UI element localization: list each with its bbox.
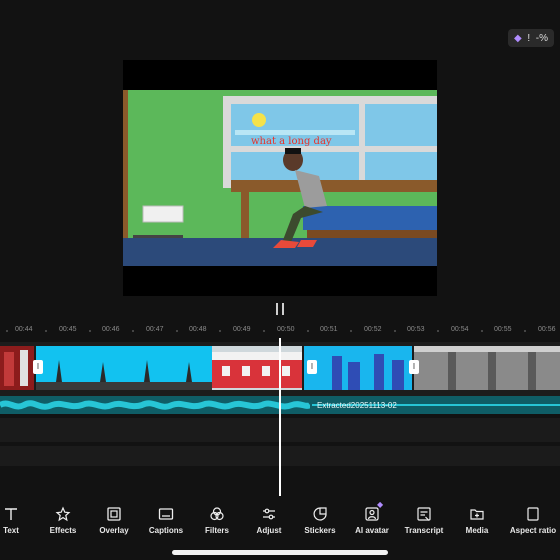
tool-label: Transcript xyxy=(404,526,444,535)
video-clip[interactable] xyxy=(36,346,212,390)
ruler-dot xyxy=(45,330,47,332)
clip-thumbnail xyxy=(212,346,302,390)
ruler-dot xyxy=(89,330,91,332)
clip-thumbnail xyxy=(36,346,212,390)
tool-ai-avatar-button[interactable]: ◆ AI avatar xyxy=(344,500,400,535)
ruler-dot xyxy=(307,330,309,332)
video-preview[interactable]: what a long day xyxy=(123,60,437,296)
ruler-time: 00:50 xyxy=(277,326,295,333)
pause-button[interactable] xyxy=(274,303,286,315)
tool-text-button[interactable]: Text xyxy=(0,500,39,535)
tool-label: Filters xyxy=(204,526,229,535)
ruler-dot xyxy=(394,330,396,332)
tool-label: Overlay xyxy=(99,526,129,535)
tool-label: Adjust xyxy=(256,526,282,535)
adjust-icon xyxy=(263,508,275,520)
playhead[interactable] xyxy=(279,338,281,496)
ruler-time: 00:52 xyxy=(364,326,382,333)
overlay-icon xyxy=(107,507,121,521)
stickers-icon xyxy=(313,507,327,521)
timeline-ruler[interactable]: 00:44 00:45 00:46 00:47 00:48 00:49 00:5… xyxy=(0,322,560,338)
clip-thumbnail xyxy=(414,346,560,390)
video-clip[interactable] xyxy=(212,346,302,390)
tool-label: AI avatar xyxy=(355,526,389,535)
video-clip[interactable] xyxy=(0,346,34,390)
clip-thumbnail xyxy=(304,346,412,390)
video-clip[interactable] xyxy=(304,346,412,390)
tool-label: Aspect ratio xyxy=(509,526,557,535)
home-indicator[interactable] xyxy=(172,550,388,555)
ruler-time: 00:47 xyxy=(146,326,164,333)
tool-label: Stickers xyxy=(304,526,336,535)
badge-right-text: -% xyxy=(535,32,548,44)
ruler-dot xyxy=(176,330,178,332)
pro-badge[interactable]: ◆ ! -% xyxy=(508,29,554,47)
transcript-icon xyxy=(417,507,431,521)
clip-thumbnail xyxy=(0,346,34,390)
tool-label: Effects xyxy=(49,526,77,535)
audio-waveform xyxy=(0,400,312,410)
bottom-toolbar: Text Effects Overlay Captions Filters Ad… xyxy=(0,500,560,540)
tool-label: Captions xyxy=(148,526,184,535)
clip-transition-handle[interactable]: I xyxy=(307,360,317,374)
tool-aspect-ratio-button[interactable]: Aspect ratio xyxy=(505,500,560,535)
gem-icon: ◆ xyxy=(514,32,522,44)
premium-gem-icon: ◆ xyxy=(377,500,384,509)
pause-bar-right xyxy=(282,303,284,315)
ruler-time: 00:54 xyxy=(451,326,469,333)
video-clip[interactable] xyxy=(414,346,560,390)
ruler-time: 00:44 xyxy=(15,326,33,333)
clip-transition-handle[interactable]: I xyxy=(33,360,43,374)
ruler-dot xyxy=(263,330,265,332)
preview-caption: what a long day xyxy=(251,136,332,147)
ruler-dot xyxy=(350,330,352,332)
tool-effects-button[interactable]: Effects xyxy=(35,500,91,535)
ruler-dot xyxy=(132,330,134,332)
ruler-dot xyxy=(524,330,526,332)
tool-overlay-button[interactable]: Overlay xyxy=(86,500,142,535)
preview-frame: what a long day xyxy=(123,90,437,266)
effects-icon xyxy=(55,506,71,522)
tool-label: Text xyxy=(3,526,19,535)
badge-left-text: ! xyxy=(527,32,531,44)
tool-media-button[interactable]: Media xyxy=(449,500,505,535)
audio-clip-label: Extracted20251113-02 xyxy=(317,401,397,410)
tool-captions-button[interactable]: Captions xyxy=(138,500,194,535)
clip-transition-handle[interactable]: I xyxy=(409,360,419,374)
ruler-time: 00:51 xyxy=(320,326,338,333)
ruler-time: 00:55 xyxy=(494,326,512,333)
media-icon xyxy=(470,509,484,520)
ruler-time: 00:53 xyxy=(407,326,425,333)
ruler-dot xyxy=(219,330,221,332)
tool-stickers-button[interactable]: Stickers xyxy=(292,500,348,535)
pause-bar-left xyxy=(276,303,278,315)
captions-icon xyxy=(158,508,174,520)
tool-filters-button[interactable]: Filters xyxy=(189,500,245,535)
aspect-ratio-icon xyxy=(527,507,539,521)
ruler-time: 00:46 xyxy=(102,326,120,333)
filters-icon xyxy=(210,507,224,521)
tool-transcript-button[interactable]: Transcript xyxy=(396,500,452,535)
ruler-time: 00:49 xyxy=(233,326,251,333)
tool-adjust-button[interactable]: Adjust xyxy=(241,500,297,535)
tool-label: Media xyxy=(465,526,489,535)
text-icon xyxy=(5,508,17,520)
ruler-dot xyxy=(437,330,439,332)
ruler-time: 00:48 xyxy=(189,326,207,333)
ruler-dot xyxy=(6,330,8,332)
cartoon-scene-image xyxy=(123,90,437,266)
ruler-time: 00:45 xyxy=(59,326,77,333)
ruler-time: 00:56 xyxy=(538,326,556,333)
ruler-dot xyxy=(481,330,483,332)
